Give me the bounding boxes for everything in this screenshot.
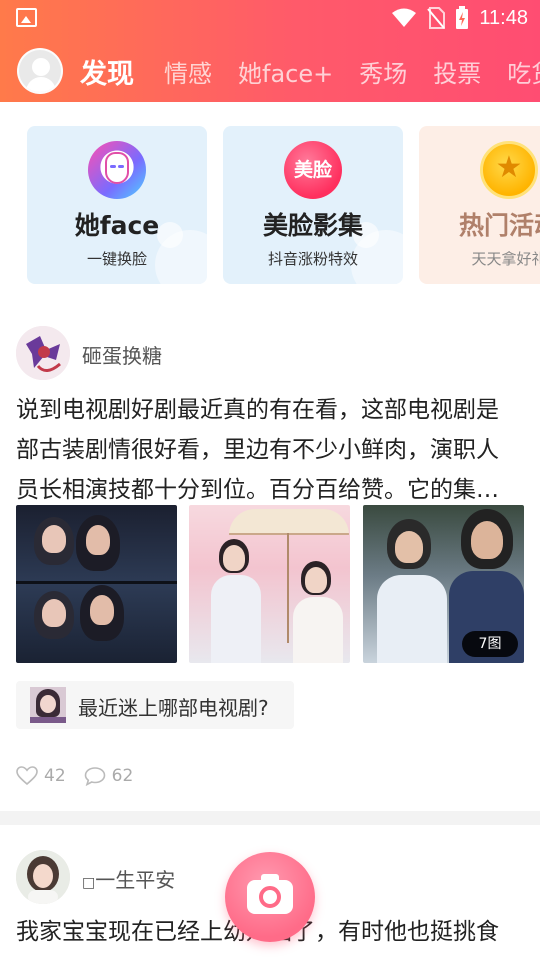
meilian-icon: 美脸	[284, 141, 342, 199]
card-title: 美脸影集	[262, 211, 363, 240]
topic-chip[interactable]: 最近迷上哪部电视剧?	[16, 681, 294, 729]
tab-her-face-plus[interactable]: 她face+	[238, 54, 333, 89]
post-text-line: 部古装剧情很好看，里边有不少小鲜肉，演职人	[16, 437, 499, 463]
card-subtitle: 天天拿好礼	[471, 250, 540, 268]
like-button[interactable]: 42	[16, 766, 66, 786]
like-count: 42	[44, 766, 66, 786]
camera-icon	[247, 874, 293, 914]
post-text[interactable]: 说到电视剧好剧最近真的有在看，这部电视剧是 部古装剧情很好看，里边有不少小鲜肉，…	[16, 390, 526, 510]
girl-avatar-icon	[16, 850, 70, 904]
feature-cards: 她face 一键换脸 美脸 美脸影集 抖音涨粉特效 ★ 热门活动 天天拿好礼	[0, 126, 540, 284]
no-sim-icon	[427, 7, 446, 29]
post-text-line: 说到电视剧好剧最近真的有在看，这部电视剧是	[16, 397, 499, 423]
tab-showcase[interactable]: 秀场	[359, 54, 407, 89]
avatar-head-icon	[32, 58, 50, 76]
post-photos: 7图	[16, 505, 526, 663]
header: 11:48 发现 情感 她face+ 秀场 投票 吃货	[0, 0, 540, 102]
mask-icon	[88, 141, 146, 199]
comment-icon	[84, 767, 105, 786]
avatar-body-icon	[26, 77, 56, 92]
card-beauty-album[interactable]: 美脸 美脸影集 抖音涨粉特效	[223, 126, 403, 284]
card-title: 她face	[74, 211, 160, 240]
card-her-face[interactable]: 她face 一键换脸	[27, 126, 207, 284]
top-nav: 发现 情感 她face+ 秀场 投票 吃货	[0, 44, 540, 98]
coin-star-icon: ★	[480, 141, 538, 199]
author-avatar[interactable]	[16, 326, 70, 380]
candy-avatar-icon	[16, 326, 70, 380]
post-photo[interactable]: 7图	[363, 505, 524, 663]
battery-charging-icon	[456, 6, 469, 29]
post-photo[interactable]	[189, 505, 350, 663]
section-divider	[0, 811, 540, 825]
topic-thumbnail	[30, 687, 66, 723]
post-text-line: 员长相演技都十分到位。百分百给赞。它的集…	[16, 477, 499, 503]
author-name-prefix: □	[82, 875, 96, 891]
topic-text: 最近迷上哪部电视剧?	[78, 696, 269, 720]
author-avatar[interactable]	[16, 850, 70, 904]
status-icons: 11:48	[391, 6, 528, 30]
card-subtitle: 一键换脸	[86, 250, 147, 268]
author-name[interactable]: 砸蛋换糖	[82, 340, 162, 369]
post-photo[interactable]	[16, 505, 177, 663]
status-time: 11:48	[479, 6, 528, 29]
discover-page: 11:48 发现 情感 她face+ 秀场 投票 吃货 她face 一	[0, 0, 540, 960]
card-hot-events[interactable]: ★ 热门活动 天天拿好礼	[419, 126, 540, 284]
camera-button[interactable]	[225, 852, 315, 942]
tab-vote[interactable]: 投票	[433, 54, 481, 89]
status-bar: 11:48	[0, 0, 540, 36]
card-title: 热门活动	[458, 211, 540, 240]
heart-icon	[16, 766, 38, 786]
post-author-row[interactable]: 砸蛋换糖	[0, 326, 540, 384]
image-icon	[16, 8, 37, 27]
comment-count: 62	[111, 766, 134, 786]
tab-discover[interactable]: 发现	[80, 52, 134, 91]
my-avatar[interactable]	[17, 48, 63, 94]
comment-button[interactable]: 62	[84, 766, 134, 786]
wifi-icon	[392, 8, 417, 27]
card-subtitle: 抖音涨粉特效	[267, 250, 358, 268]
image-count-badge: 7图	[462, 631, 518, 657]
post-actions: 42 62	[16, 762, 151, 790]
nav-tabs: 发现 情感 她face+ 秀场 投票 吃货	[80, 44, 540, 98]
tab-emotion[interactable]: 情感	[164, 54, 212, 89]
author-name[interactable]: □一生平安	[82, 864, 175, 893]
tab-foodie[interactable]: 吃货	[507, 54, 540, 89]
